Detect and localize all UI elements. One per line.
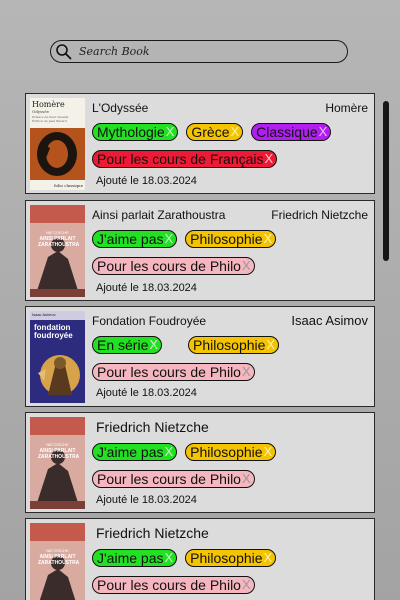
tag-chip[interactable]: Philosophie X (188, 336, 280, 354)
tag-remove-button[interactable]: X (149, 336, 158, 354)
tag-chip[interactable]: Pour les cours de Philo X (92, 257, 255, 275)
tag-label: En série (97, 337, 149, 353)
tag-chip[interactable]: Grèce X (186, 123, 244, 141)
cover-author: Isaac Asimov (32, 312, 56, 317)
book-card[interactable]: NIETZSCHE AINSI PARLAIT ZARATHOUSTRA Fri… (25, 412, 375, 513)
tag-chip[interactable]: J'aime pas X (92, 443, 178, 461)
tag-row: Pour les cours de Philo X (92, 576, 255, 594)
tag-remove-button[interactable]: X (264, 443, 273, 461)
search-icon[interactable] (55, 43, 73, 61)
book-cover: Isaac Asimov fondation foudroyée (30, 311, 85, 403)
cover-art (30, 417, 85, 509)
cover-author: Homère (32, 100, 65, 109)
tag-chip[interactable]: J'aime pas X (92, 230, 178, 248)
tag-remove-button[interactable]: X (231, 123, 240, 141)
cover-author: NIETZSCHE (46, 442, 69, 447)
tag-remove-button[interactable]: X (319, 123, 328, 141)
tag-chip[interactable]: Mythologie X (92, 123, 179, 141)
tag-label: Pour les cours de Philo (97, 471, 241, 487)
cover-publisher: folio classique (54, 183, 83, 188)
tag-chip[interactable]: Pour les cours de Philo X (92, 363, 255, 381)
tag-label: Pour les cours de Français (97, 151, 264, 167)
book-card[interactable]: NIETZSCHE AINSI PARLAIT ZARATHOUSTRA Fri… (25, 518, 375, 600)
cover-title: AINSI PARLAIT ZARATHOUSTRA (38, 554, 80, 566)
cover-title: Odyssée (32, 109, 49, 114)
tag-chip[interactable]: J'aime pas X (92, 549, 178, 567)
tag-remove-button[interactable]: X (266, 336, 275, 354)
book-title: Ainsi parlait Zarathoustra (92, 208, 226, 222)
tag-label: Philosophie (193, 337, 266, 353)
cover-line2: Édition de Jean Bérard (32, 119, 67, 123)
cover-title: fondation foudroyée (34, 323, 73, 340)
book-author: Friedrich Nietzche (271, 208, 368, 222)
tag-row: En série X Philosophie X (92, 336, 280, 354)
tag-chip[interactable]: En série X (92, 336, 163, 354)
tag-label: Grèce (191, 124, 230, 140)
tag-chip[interactable]: Classique X (251, 123, 332, 141)
added-date: Ajouté le 18.03.2024 (96, 282, 197, 294)
tag-label: J'aime pas (97, 550, 164, 566)
tag-remove-button[interactable]: X (242, 363, 251, 381)
tag-label: Pour les cours de Philo (97, 577, 241, 593)
book-author: Friedrich Nietzche (96, 525, 209, 541)
tag-label: Mythologie (97, 124, 165, 140)
cover-title: AINSI PARLAIT ZARATHOUSTRA (38, 448, 80, 460)
tag-remove-button[interactable]: X (242, 257, 251, 275)
tag-remove-button[interactable]: X (164, 230, 173, 248)
tag-remove-button[interactable]: X (265, 150, 274, 168)
tag-label: Philosophie (190, 444, 263, 460)
tag-remove-button[interactable]: X (242, 470, 251, 488)
tag-row: J'aime pas X Philosophie X (92, 549, 277, 567)
book-card[interactable]: Homère Odyssée Préface de Paul Claudel É… (25, 93, 375, 194)
book-author: Homère (325, 101, 368, 115)
tag-remove-button[interactable]: X (166, 123, 175, 141)
tag-chip[interactable]: Philosophie X (185, 443, 277, 461)
book-cover: Homère Odyssée Préface de Paul Claudel É… (30, 98, 85, 190)
cover-title: AINSI PARLAIT ZARATHOUSTRA (38, 236, 80, 248)
tag-chip[interactable]: Pour les cours de Philo X (92, 576, 255, 594)
cover-author: NIETZSCHE (46, 230, 69, 235)
tag-chip[interactable]: Pour les cours de Français X (92, 150, 278, 168)
search-input[interactable] (79, 43, 329, 60)
tag-row: Pour les cours de Français X (92, 150, 278, 168)
tag-label: Classique (256, 124, 318, 140)
tag-row: Pour les cours de Philo X (92, 257, 255, 275)
book-author: Isaac Asimov (291, 313, 368, 328)
book-list: Homère Odyssée Préface de Paul Claudel É… (25, 93, 375, 600)
book-cover: NIETZSCHE AINSI PARLAIT ZARATHOUSTRA (30, 205, 85, 297)
tag-label: Pour les cours de Philo (97, 364, 241, 380)
tag-chip[interactable]: Philosophie X (185, 230, 277, 248)
tag-row: J'aime pas X Philosophie X (92, 230, 277, 248)
book-card[interactable]: Isaac Asimov fondation foudroyée Fondati… (25, 306, 375, 407)
tag-row: Mythologie X Grèce X Classique X (92, 123, 332, 141)
tag-label: J'aime pas (97, 444, 164, 460)
book-author: Friedrich Nietzche (96, 419, 209, 435)
tag-remove-button[interactable]: X (242, 576, 251, 594)
tag-chip[interactable]: Philosophie X (185, 549, 277, 567)
scrollbar-thumb[interactable] (383, 101, 389, 261)
book-card[interactable]: NIETZSCHE AINSI PARLAIT ZARATHOUSTRA Ain… (25, 200, 375, 301)
cover-author: NIETZSCHE (46, 548, 69, 553)
added-date: Ajouté le 18.03.2024 (96, 175, 197, 187)
book-title: L'Odyssée (92, 101, 149, 115)
tag-label: J'aime pas (97, 231, 164, 247)
added-date: Ajouté le 18.03.2024 (96, 494, 197, 506)
tag-row: Pour les cours de Philo X (92, 363, 255, 381)
book-cover: NIETZSCHE AINSI PARLAIT ZARATHOUSTRA (30, 417, 85, 509)
tag-row: J'aime pas X Philosophie X (92, 443, 277, 461)
tag-remove-button[interactable]: X (264, 230, 273, 248)
tag-label: Philosophie (190, 550, 263, 566)
tag-row: Pour les cours de Philo X (92, 470, 255, 488)
search-bar[interactable] (50, 40, 348, 63)
tag-remove-button[interactable]: X (164, 549, 173, 567)
cover-art (30, 205, 85, 297)
tag-label: Pour les cours de Philo (97, 258, 241, 274)
added-date: Ajouté le 18.03.2024 (96, 387, 197, 399)
book-cover: NIETZSCHE AINSI PARLAIT ZARATHOUSTRA (30, 523, 85, 600)
tag-remove-button[interactable]: X (164, 443, 173, 461)
book-title: Fondation Foudroyée (92, 314, 207, 328)
tag-remove-button[interactable]: X (264, 549, 273, 567)
tag-chip[interactable]: Pour les cours de Philo X (92, 470, 255, 488)
tag-label: Philosophie (190, 231, 263, 247)
